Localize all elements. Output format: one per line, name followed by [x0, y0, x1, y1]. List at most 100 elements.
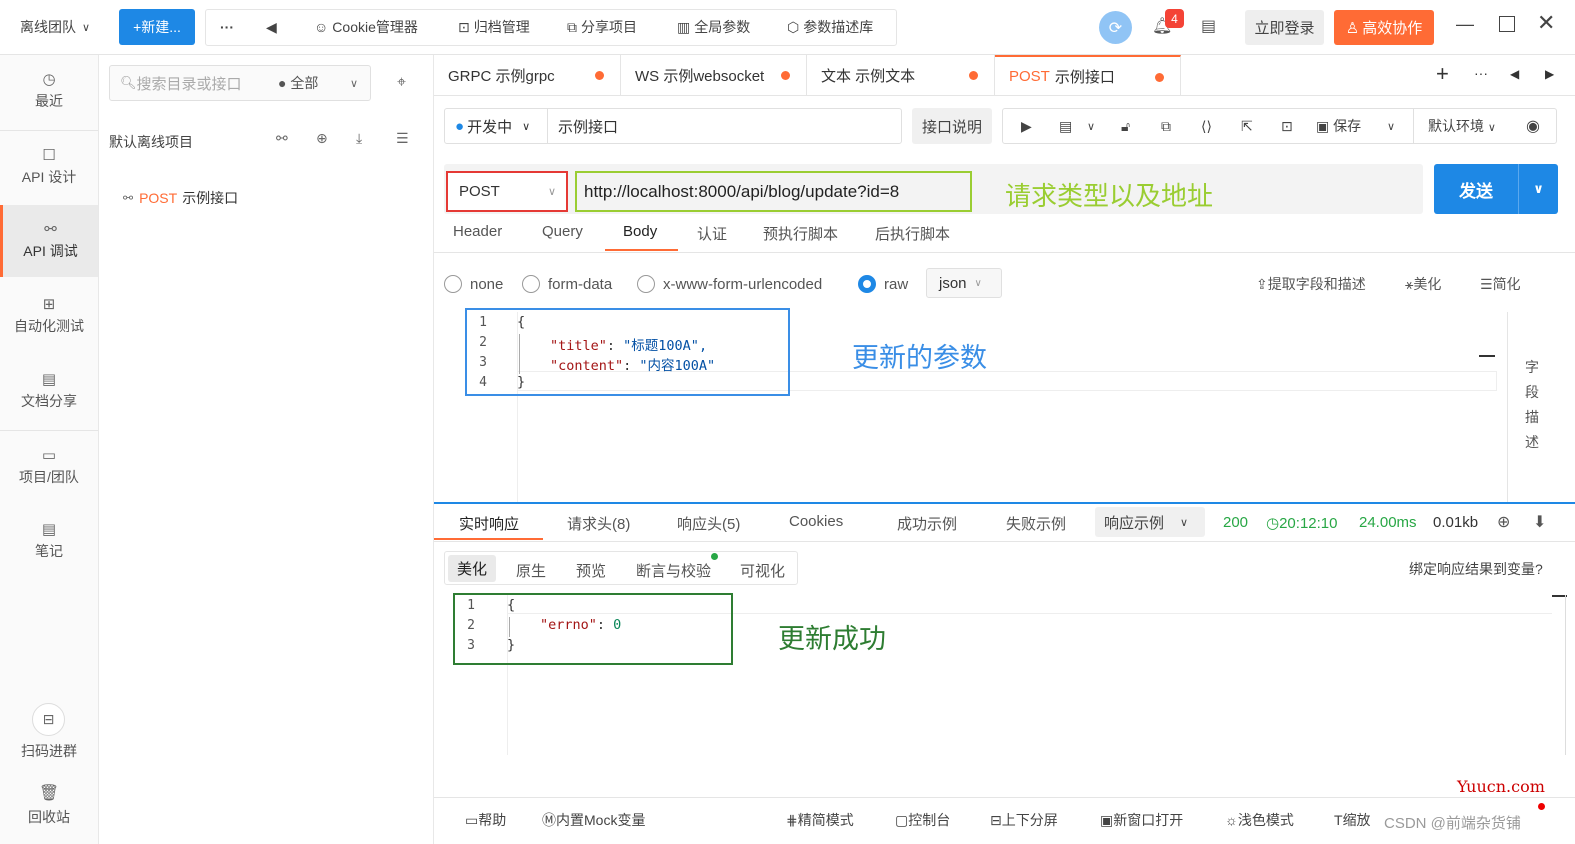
- radio-form-data[interactable]: form-data: [522, 275, 612, 293]
- tab-text[interactable]: 文本 示例文本: [807, 55, 995, 95]
- new-button[interactable]: +新建...: [119, 9, 195, 45]
- sidebar-item-recent[interactable]: ◷ 最近: [0, 55, 98, 127]
- sidebar-item-doc-share[interactable]: ▤ 文档分享: [0, 355, 98, 427]
- add-folder-icon[interactable]: ⊕: [316, 130, 328, 147]
- menu-icon[interactable]: ☰: [396, 130, 409, 147]
- global-params-button[interactable]: ▥ 全局参数: [677, 9, 750, 45]
- tab-cookies[interactable]: Cookies: [789, 513, 843, 530]
- tree-item-example[interactable]: ⚯ POST 示例接口: [123, 188, 238, 208]
- env-select[interactable]: 默认环境 ∨: [1428, 116, 1496, 136]
- view-tab-assert[interactable]: 断言与校验: [636, 560, 711, 581]
- cookie-manager-button[interactable]: ☺ Cookie管理器: [314, 9, 418, 45]
- sync-icon[interactable]: ⟳: [1099, 11, 1132, 44]
- sidebar-item-automation[interactable]: ⊞ 自动化测试: [0, 280, 98, 352]
- note-icon[interactable]: ▤: [1201, 16, 1216, 36]
- tab-pre-script[interactable]: 预执行脚本: [763, 223, 838, 244]
- unlock-icon[interactable]: 🔓︎: [1121, 118, 1130, 135]
- more-tabs-icon[interactable]: ···: [1474, 65, 1488, 81]
- mock-vars-button[interactable]: Ⓜ内置Mock变量: [542, 810, 645, 830]
- history-icon[interactable]: ⊡: [1281, 118, 1293, 135]
- beautify-button[interactable]: ⚹美化: [1405, 274, 1441, 294]
- extract-fields-button[interactable]: ⇪提取字段和描述: [1256, 274, 1366, 294]
- view-tab-raw[interactable]: 原生: [516, 560, 546, 581]
- tab-websocket[interactable]: WS 示例websocket: [621, 55, 807, 95]
- doc-icon[interactable]: ▤: [1059, 118, 1072, 135]
- doc-button[interactable]: 接口说明: [912, 108, 992, 144]
- scrollbar[interactable]: [1565, 595, 1566, 755]
- prev-tab-icon[interactable]: ◀: [1510, 67, 1519, 81]
- play-icon[interactable]: ▶: [1021, 118, 1032, 135]
- share-icon[interactable]: ⇱: [1241, 118, 1253, 135]
- tab-post-script[interactable]: 后执行脚本: [875, 223, 950, 244]
- more-button[interactable]: ···: [220, 9, 234, 45]
- radio-raw[interactable]: raw: [858, 275, 908, 293]
- tab-live-response[interactable]: 实时响应: [459, 513, 519, 534]
- trash-icon[interactable]: 🗑︎: [0, 783, 98, 803]
- new-window-button[interactable]: ▣新窗口打开: [1100, 810, 1183, 830]
- tab-success-example[interactable]: 成功示例: [897, 513, 957, 534]
- view-tab-preview[interactable]: 预览: [576, 560, 606, 581]
- api-name-input[interactable]: 示例接口: [548, 116, 618, 137]
- import-icon[interactable]: ⤓: [356, 130, 362, 147]
- maximize-icon[interactable]: [1499, 16, 1515, 32]
- sidebar-item-project-team[interactable]: ▭ 项目/团队: [0, 430, 98, 502]
- method-select[interactable]: POST ∨: [446, 171, 568, 212]
- chevron-down-icon[interactable]: ∨: [1087, 120, 1095, 133]
- chevron-down-icon[interactable]: ∨: [1387, 120, 1395, 133]
- compact-mode-button[interactable]: ⋕精简模式: [786, 810, 854, 830]
- back-button[interactable]: ◀: [266, 9, 277, 45]
- add-api-icon[interactable]: ⚯: [276, 130, 288, 147]
- param-library-button[interactable]: ⬡ 参数描述库: [787, 9, 873, 45]
- tab-body[interactable]: Body: [623, 223, 657, 240]
- team-selector[interactable]: 离线团队 ∨: [20, 9, 90, 45]
- raw-type-select[interactable]: json ∨: [926, 268, 1002, 298]
- login-button[interactable]: 立即登录: [1245, 10, 1324, 45]
- tab-response-headers[interactable]: 响应头(5): [677, 513, 740, 534]
- collapse-icon[interactable]: [1479, 355, 1495, 357]
- search-box[interactable]: 🔍︎ 搜索目录或接口 ● 全部 ∨: [109, 65, 371, 101]
- project-name[interactable]: 默认离线项目: [109, 132, 193, 152]
- field-description-panel[interactable]: 字 段 描 述: [1522, 355, 1542, 455]
- view-tab-visualize[interactable]: 可视化: [740, 560, 785, 581]
- tab-header[interactable]: Header: [453, 223, 502, 240]
- collab-button[interactable]: ♙ 高效协作: [1334, 10, 1434, 45]
- light-mode-button[interactable]: ☼浅色模式: [1225, 810, 1294, 830]
- search-input[interactable]: 搜索目录或接口: [137, 73, 242, 94]
- splitter[interactable]: [434, 502, 1575, 504]
- share-project-button[interactable]: ⧉ 分享项目: [567, 9, 637, 45]
- radio-urlencoded[interactable]: x-www-form-urlencoded: [637, 275, 822, 293]
- tab-query[interactable]: Query: [542, 223, 583, 240]
- url-input[interactable]: http://localhost:8000/api/blog/update?id…: [575, 171, 972, 212]
- code-icon[interactable]: ⟨⟩: [1201, 118, 1212, 135]
- qr-scan-icon[interactable]: ⊟: [32, 703, 65, 736]
- sidebar-item-notes[interactable]: ▤ 笔记: [0, 505, 98, 577]
- download-icon[interactable]: ⬇: [1533, 512, 1546, 532]
- radio-none[interactable]: none: [444, 275, 503, 293]
- tab-request-headers[interactable]: 请求头(8): [567, 513, 630, 534]
- sidebar-item-api-debug[interactable]: ⚯ API 调试: [0, 205, 98, 277]
- close-icon[interactable]: ✕: [1537, 10, 1555, 36]
- status-select[interactable]: ● 开发中 ∨: [445, 109, 548, 143]
- bind-variable-link[interactable]: 绑定响应结果到变量?: [1409, 559, 1543, 579]
- response-example-select[interactable]: 响应示例 ∨: [1095, 507, 1205, 537]
- simplify-button[interactable]: ☰简化: [1480, 274, 1521, 294]
- tab-auth[interactable]: 认证: [697, 223, 727, 244]
- next-tab-icon[interactable]: ▶: [1545, 67, 1554, 81]
- console-button[interactable]: ▢控制台: [895, 810, 950, 830]
- tab-fail-example[interactable]: 失败示例: [1006, 513, 1066, 534]
- add-tab-icon[interactable]: +: [1436, 61, 1449, 87]
- trash-label[interactable]: 回收站: [0, 807, 98, 827]
- filter-select[interactable]: ● 全部: [278, 73, 318, 93]
- copy-icon[interactable]: ⧉: [1161, 118, 1171, 135]
- globe-icon[interactable]: ⊕: [1497, 512, 1510, 532]
- help-button[interactable]: ▭帮助: [465, 810, 506, 830]
- save-button[interactable]: ▣ 保存: [1316, 116, 1361, 136]
- send-button[interactable]: 发送 ∨: [1434, 164, 1558, 214]
- tab-post-example[interactable]: POST 示例接口: [995, 55, 1181, 95]
- archive-button[interactable]: ⊡ 归档管理: [458, 9, 530, 45]
- sidebar-item-api-design[interactable]: ☐ API 设计: [0, 130, 98, 202]
- view-tab-beautify[interactable]: 美化: [448, 555, 496, 582]
- tab-grpc[interactable]: GRPC 示例grpc: [434, 55, 621, 95]
- minimize-icon[interactable]: —: [1456, 14, 1474, 35]
- zoom-button[interactable]: T缩放: [1334, 810, 1371, 830]
